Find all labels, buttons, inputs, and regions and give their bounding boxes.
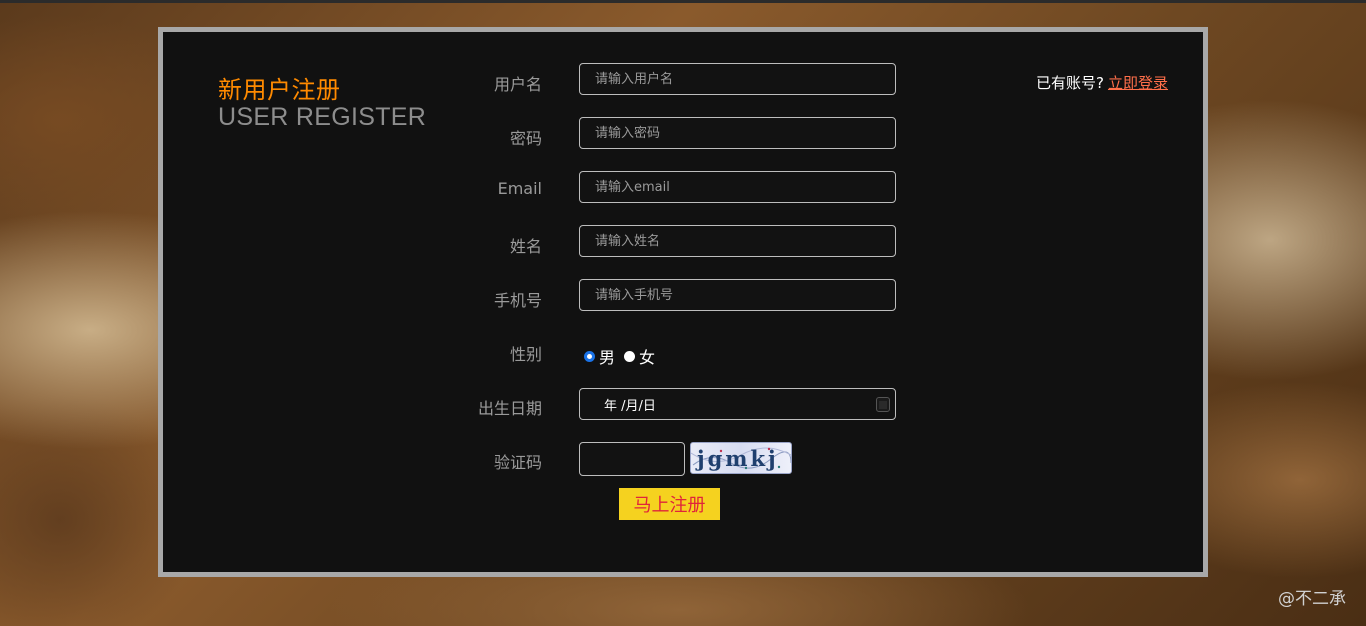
password-input[interactable] (579, 117, 896, 149)
birthday-label: 出生日期 (477, 399, 542, 418)
gender-radio-male[interactable] (584, 350, 595, 362)
name-input[interactable] (579, 225, 896, 257)
captcha-image[interactable]: jgmkj (690, 442, 792, 474)
gender-radio-female[interactable] (624, 350, 636, 362)
phone-label: 手机号 (493, 291, 542, 310)
captcha-input[interactable] (579, 442, 685, 476)
gender-female-label[interactable]: 女 (639, 344, 655, 368)
captcha-glyphs: jgmkj (691, 446, 791, 471)
email-input[interactable] (579, 171, 896, 203)
calendar-icon[interactable] (876, 396, 890, 412)
gender-male-label[interactable]: 男 (599, 344, 615, 368)
captcha-label: 验证码 (493, 453, 542, 472)
login-link[interactable]: 立即登录 (1108, 74, 1168, 92)
register-panel: 新用户注册 USER REGISTER 已有账号?立即登录 用户名 密码 Ema… (158, 27, 1208, 577)
page-title: 新用户注册 (218, 76, 341, 104)
date-placeholder: 年 /月/日 (604, 398, 656, 414)
username-label: 用户名 (493, 75, 542, 94)
register-submit-button[interactable]: 马上注册 (619, 488, 720, 520)
watermark: @不二承 (1278, 589, 1346, 609)
email-label: Email (497, 179, 542, 198)
gender-radio-group: 男 女 (584, 344, 664, 368)
birthday-date-input[interactable]: 年 /月/日 (579, 388, 896, 420)
gender-label: 性别 (509, 345, 542, 364)
captcha-code: jgmkj (695, 446, 779, 471)
page-subtitle: USER REGISTER (218, 103, 427, 131)
login-hint: 已有账号? 立即登录 (1036, 72, 1168, 93)
top-border-line (0, 0, 1366, 3)
password-label: 密码 (509, 129, 542, 148)
username-input[interactable] (579, 63, 896, 95)
phone-input[interactable] (579, 279, 896, 311)
name-label: 姓名 (509, 237, 542, 256)
login-hint-text: 已有账号? (1036, 74, 1104, 92)
